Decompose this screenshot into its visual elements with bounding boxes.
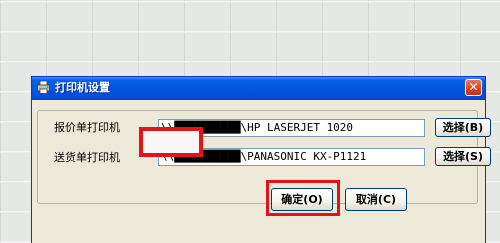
dialog-title: 打印机设置: [55, 81, 110, 94]
redaction-box: [139, 127, 203, 157]
close-button[interactable]: ✕: [465, 79, 482, 96]
select-quote-printer-button[interactable]: 选择(B): [435, 118, 491, 137]
printer-settings-dialog: 打印机设置 ✕ 报价单打印机 \\██████████\HP LASERJET …: [31, 76, 491, 243]
delivery-printer-label: 送货单打印机: [54, 151, 120, 164]
printer-icon: [37, 81, 50, 94]
ok-button-highlight: [266, 180, 340, 216]
select-delivery-printer-button[interactable]: 选择(S): [435, 147, 491, 166]
cancel-button[interactable]: 取消(C): [345, 188, 407, 211]
printer-settings-group: 报价单打印机 \\██████████\HP LASERJET 1020 选择(…: [37, 110, 491, 204]
close-icon: ✕: [468, 80, 479, 94]
title-bar[interactable]: 打印机设置 ✕: [32, 77, 485, 100]
quote-printer-label: 报价单打印机: [54, 121, 120, 134]
